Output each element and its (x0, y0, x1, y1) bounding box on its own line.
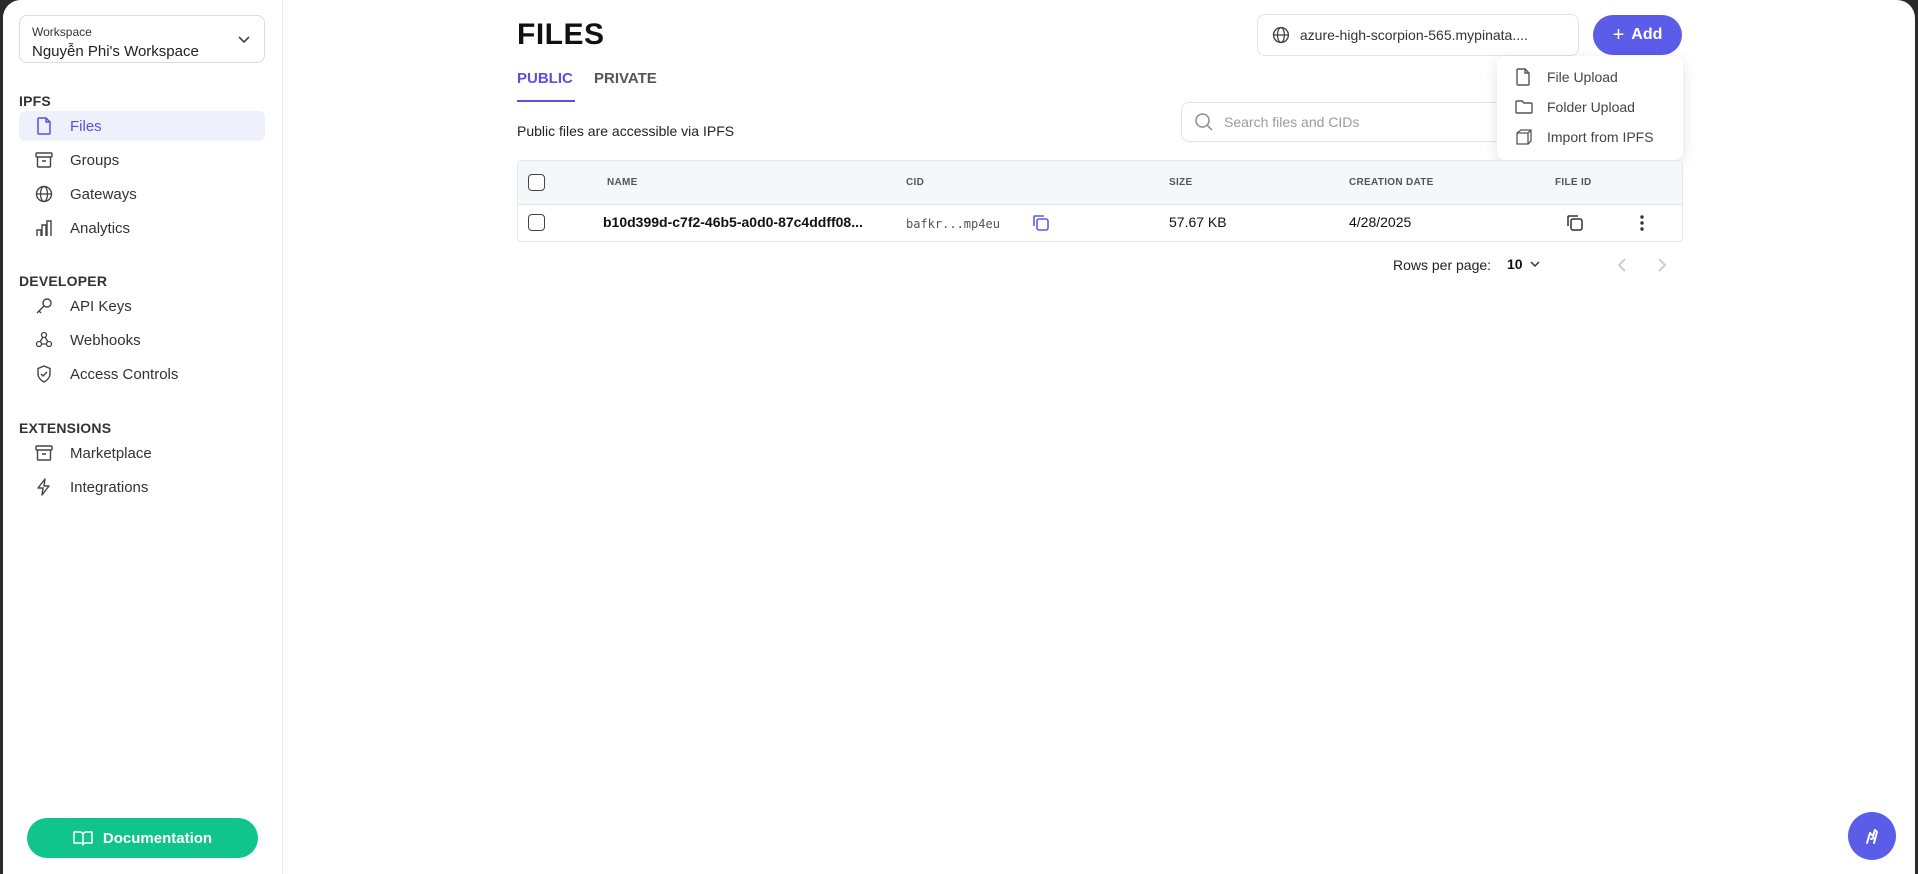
search-input[interactable] (1224, 114, 1494, 130)
add-button[interactable]: + Add (1593, 15, 1682, 55)
table-row[interactable]: b10d399d-c7f2-46b5-a0d0-87c4ddff08... ba… (518, 205, 1682, 242)
column-header-cid[interactable]: CID (906, 177, 924, 188)
sidebar-item-marketplace[interactable]: Marketplace (19, 438, 265, 468)
gateway-selector[interactable]: azure-high-scorpion-565.mypinata.... (1257, 14, 1579, 56)
section-title-ipfs: IPFS (19, 93, 51, 109)
column-header-creation-date[interactable]: CREATION DATE (1349, 177, 1434, 188)
file-cid: bafkr...mp4eu (906, 217, 1000, 231)
sidebar-item-label: Files (70, 117, 102, 135)
sidebar-item-access-controls[interactable]: Access Controls (19, 359, 265, 389)
chevron-down-icon (1530, 261, 1540, 268)
menu-item-label: Folder Upload (1547, 99, 1635, 115)
more-options-icon[interactable] (1631, 212, 1653, 234)
plus-icon: + (1612, 24, 1625, 46)
search-box[interactable] (1181, 102, 1521, 142)
sidebar-item-api-keys[interactable]: API Keys (19, 291, 265, 321)
workspace-label: Workspace (32, 25, 92, 39)
sidebar-item-groups[interactable]: Groups (19, 145, 265, 175)
section-title-extensions: EXTENSIONS (19, 420, 112, 436)
rows-per-page-value: 10 (1507, 256, 1523, 272)
help-chat-button[interactable] (1848, 812, 1896, 860)
documentation-label: Documentation (102, 829, 213, 847)
page-title: FILES (517, 18, 605, 51)
webhook-icon (34, 330, 54, 350)
sidebar-item-label: Access Controls (70, 365, 179, 383)
sidebar-item-analytics[interactable]: Analytics (19, 213, 265, 243)
shield-icon (34, 364, 54, 384)
tab-private[interactable]: PRIVATE (594, 70, 657, 87)
chevron-left-icon (1617, 258, 1626, 272)
select-all-checkbox[interactable] (528, 174, 545, 191)
sidebar-item-label: API Keys (70, 297, 132, 315)
sidebar-item-label: Analytics (70, 219, 131, 237)
search-icon (1195, 113, 1213, 131)
active-tab-indicator (517, 100, 575, 102)
file-name[interactable]: b10d399d-c7f2-46b5-a0d0-87c4ddff08... (603, 214, 863, 230)
sidebar-item-label: Marketplace (70, 444, 152, 462)
visibility-description: Public files are accessible via IPFS (517, 123, 735, 139)
sidebar-item-integrations[interactable]: Integrations (19, 472, 265, 502)
add-menu: File Upload Folder Upload Import from IP… (1497, 56, 1683, 160)
globe-icon (1272, 26, 1290, 44)
app-window: Workspace Nguyễn Phi's Workspace IPFS Fi… (3, 0, 1915, 874)
previous-page-button[interactable] (1615, 256, 1633, 276)
documentation-button[interactable]: Documentation (27, 818, 258, 858)
file-creation-date: 4/28/2025 (1349, 214, 1412, 230)
section-title-developer: DEVELOPER (19, 273, 108, 289)
table-header: NAME CID SIZE CREATION DATE FILE ID (518, 161, 1682, 205)
sidebar-item-label: Integrations (70, 478, 149, 496)
copy-file-id-icon[interactable] (1564, 212, 1586, 234)
tab-public[interactable]: PUBLIC (517, 70, 573, 87)
column-header-size[interactable]: SIZE (1169, 177, 1192, 188)
globe-icon (34, 184, 54, 204)
archive-icon (34, 443, 54, 463)
book-icon (73, 831, 93, 846)
file-icon (34, 116, 54, 136)
next-page-button[interactable] (1655, 256, 1673, 276)
chevron-down-icon (238, 36, 250, 44)
bolt-icon (34, 477, 54, 497)
rows-per-page-select[interactable]: 10 (1507, 256, 1541, 272)
file-icon (1515, 68, 1533, 86)
pinata-logo-icon (1866, 829, 1878, 844)
sidebar-item-label: Groups (70, 151, 120, 169)
workspace-selector[interactable]: Workspace Nguyễn Phi's Workspace (19, 15, 265, 63)
sidebar-item-gateways[interactable]: Gateways (19, 179, 265, 209)
sidebar: Workspace Nguyễn Phi's Workspace IPFS Fi… (3, 0, 283, 874)
folder-icon (1515, 98, 1533, 116)
file-size: 57.67 KB (1169, 214, 1227, 230)
copy-cid-icon[interactable] (1030, 212, 1052, 234)
sidebar-item-files[interactable]: Files (19, 111, 265, 141)
box-icon (1515, 128, 1533, 146)
gateway-domain: azure-high-scorpion-565.mypinata.... (1299, 27, 1528, 43)
files-table: NAME CID SIZE CREATION DATE FILE ID b10d… (517, 160, 1683, 242)
row-checkbox[interactable] (528, 214, 545, 231)
sidebar-item-label: Gateways (70, 185, 137, 203)
workspace-name: Nguyễn Phi's Workspace (32, 43, 199, 60)
key-icon (34, 296, 54, 316)
chevron-right-icon (1658, 258, 1667, 272)
menu-item-file-upload[interactable]: File Upload (1497, 62, 1683, 92)
menu-item-folder-upload[interactable]: Folder Upload (1497, 92, 1683, 122)
menu-item-import-ipfs[interactable]: Import from IPFS (1497, 122, 1683, 152)
sidebar-item-webhooks[interactable]: Webhooks (19, 325, 265, 355)
add-label: Add (1631, 26, 1663, 43)
column-header-name[interactable]: NAME (607, 177, 638, 188)
column-header-file-id[interactable]: FILE ID (1555, 177, 1592, 188)
menu-item-label: Import from IPFS (1547, 129, 1654, 145)
menu-item-label: File Upload (1547, 69, 1618, 85)
archive-icon (34, 150, 54, 170)
rows-per-page-label: Rows per page: (1393, 257, 1492, 273)
sidebar-item-label: Webhooks (70, 331, 141, 349)
bar-chart-icon (34, 218, 54, 238)
